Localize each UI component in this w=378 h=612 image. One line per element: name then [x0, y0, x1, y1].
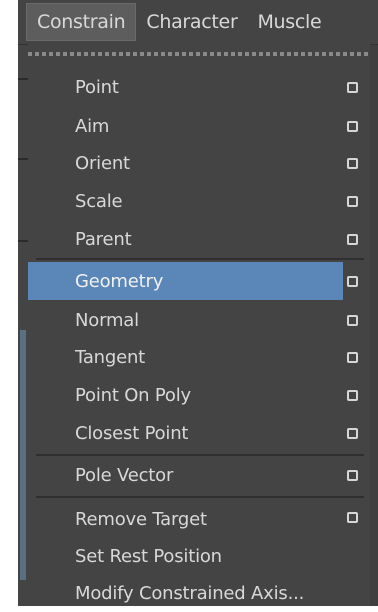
menu-item-remove-target[interactable]: Remove Target [28, 500, 370, 538]
option-box-icon[interactable] [347, 389, 358, 401]
option-box-icon[interactable] [347, 120, 358, 132]
menu-item-label: Point [75, 76, 119, 98]
option-box-icon[interactable] [347, 512, 358, 523]
menu-item-label: Orient [75, 152, 130, 174]
option-box-icon[interactable] [347, 351, 358, 363]
menu-item-scale[interactable]: Scale [28, 182, 370, 220]
constrain-dropdown-menu: Point Aim Orient Scale Parent Geometry N… [28, 44, 370, 606]
menu-muscle[interactable]: Muscle [247, 3, 331, 41]
panel-divider [18, 240, 28, 242]
option-box-icon[interactable] [347, 314, 358, 326]
menu-item-aim[interactable]: Aim [28, 107, 370, 145]
menu-item-label: Set Rest Position [75, 545, 222, 567]
scrollbar[interactable] [20, 330, 26, 580]
menu-item-label: Geometry [75, 270, 164, 292]
menu-item-modify-constrained-axis[interactable]: Modify Constrained Axis... [28, 574, 370, 612]
menu-item-parent[interactable]: Parent [28, 220, 370, 258]
menu-item-tangent[interactable]: Tangent [28, 338, 370, 376]
menu-item-label: Normal [75, 309, 139, 331]
menu-item-label: Pole Vector [75, 464, 174, 486]
option-box-icon[interactable] [347, 427, 358, 439]
menu-bar: Constrain Character Muscle [18, 0, 378, 45]
menu-item-point[interactable]: Point [28, 68, 370, 106]
menu-item-label: Scale [75, 190, 123, 212]
tear-off-handle[interactable] [28, 52, 370, 56]
menu-item-pole-vector[interactable]: Pole Vector [28, 456, 370, 494]
option-box-icon[interactable] [347, 469, 358, 481]
menu-item-geometry[interactable]: Geometry [28, 262, 358, 300]
menu-item-set-rest-position[interactable]: Set Rest Position [28, 537, 370, 575]
menu-item-label: Tangent [75, 346, 146, 368]
menu-item-label: Modify Constrained Axis... [75, 582, 305, 604]
menu-item-label: Parent [75, 228, 132, 250]
panel-divider [18, 78, 28, 80]
menu-item-label: Point On Poly [75, 384, 191, 406]
menu-item-closest-point[interactable]: Closest Point [28, 414, 370, 452]
menu-character[interactable]: Character [136, 3, 247, 41]
option-box-icon[interactable] [347, 195, 358, 207]
menu-item-orient[interactable]: Orient [28, 144, 370, 182]
menu-item-label: Closest Point [75, 422, 189, 444]
menu-item-normal[interactable]: Normal [28, 301, 370, 339]
menu-separator [36, 258, 364, 260]
option-box-icon[interactable] [347, 233, 358, 245]
menu-item-point-on-poly[interactable]: Point On Poly [28, 376, 370, 414]
menu-constrain[interactable]: Constrain [26, 3, 137, 41]
left-panel-strip [18, 0, 28, 606]
panel-divider [18, 158, 28, 160]
option-box-icon[interactable] [347, 157, 358, 169]
menu-item-label: Remove Target [75, 508, 207, 530]
option-box-icon[interactable] [347, 81, 358, 93]
menu-item-label: Aim [75, 115, 110, 137]
menu-separator [36, 496, 364, 498]
option-box-icon[interactable] [347, 275, 358, 287]
